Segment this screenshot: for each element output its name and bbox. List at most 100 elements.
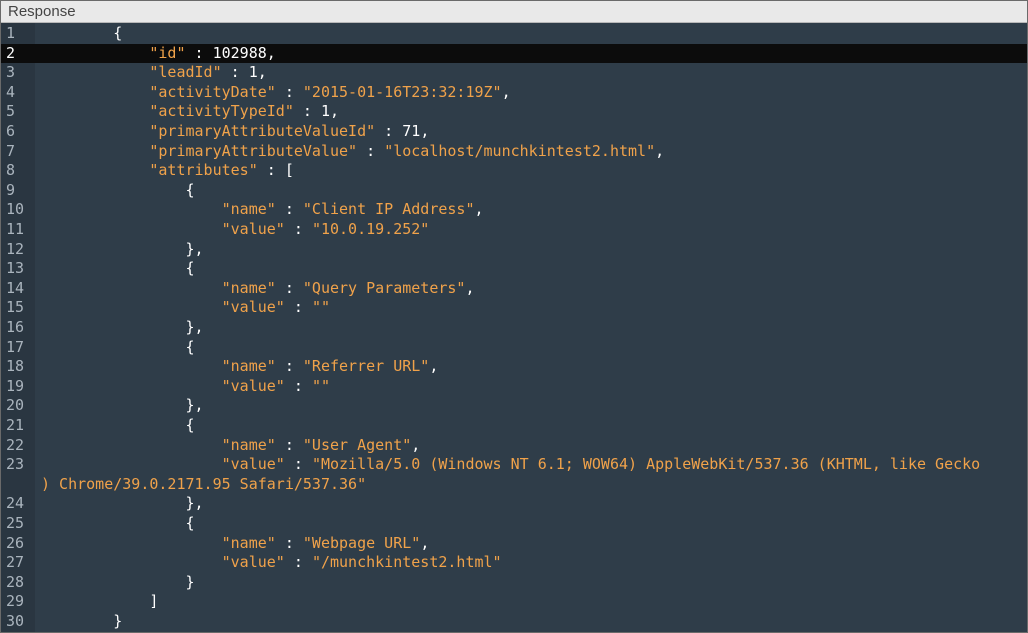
- code-text: },: [41, 396, 204, 416]
- code-line[interactable]: 3 "leadId" : 1,: [1, 63, 1027, 83]
- code-line[interactable]: 18 "name" : "Referrer URL",: [1, 357, 1027, 377]
- code-line[interactable]: 10 "name" : "Client IP Address",: [1, 200, 1027, 220]
- json-key: "name": [221, 435, 276, 454]
- json-key: "name": [221, 200, 276, 219]
- code-text: },: [41, 494, 204, 514]
- code-text: }: [41, 573, 195, 593]
- line-number: 6: [6, 122, 16, 140]
- json-punctuation: :: [284, 220, 312, 238]
- code-line[interactable]: ) Chrome/39.0.2171.95 Safari/537.36": [1, 475, 1027, 495]
- line-number: 22: [6, 435, 25, 454]
- line-number: 5: [6, 102, 16, 121]
- code-line[interactable]: 21 {: [1, 416, 1027, 436]
- code-line[interactable]: 7 "primaryAttributeValue" : "localhost/m…: [1, 142, 1027, 162]
- code-line[interactable]: 13 {: [1, 259, 1027, 279]
- json-punctuation: ]: [149, 592, 159, 611]
- json-punctuation: :: [275, 200, 303, 219]
- json-punctuation: :: [284, 553, 312, 572]
- code-line[interactable]: 1 {: [1, 24, 1027, 44]
- code-line[interactable]: 14 "name" : "Query Parameters",: [1, 279, 1027, 299]
- code-line[interactable]: 6 "primaryAttributeValueId" : 71,: [1, 122, 1027, 142]
- code-line[interactable]: 9 {: [1, 181, 1027, 201]
- code-text: "value" : "Mozilla/5.0 (Windows NT 6.1; …: [41, 455, 981, 475]
- code-line[interactable]: 29 ]: [1, 592, 1027, 612]
- json-key: "primaryAttributeValueId": [149, 122, 376, 140]
- code-line[interactable]: 28 }: [1, 573, 1027, 593]
- json-punctuation: :: [275, 357, 303, 376]
- panel-title: Response: [8, 3, 76, 20]
- code-line[interactable]: 12 },: [1, 240, 1027, 260]
- json-string: "/munchkintest2.html": [311, 553, 502, 572]
- line-number: 10: [6, 200, 25, 219]
- json-key: "value": [221, 376, 285, 395]
- panel-header: Response: [1, 1, 1027, 23]
- line-number: 15: [6, 298, 25, 317]
- code-text: {: [41, 24, 122, 44]
- code-line[interactable]: 25 {: [1, 514, 1027, 534]
- line-number: 8: [6, 161, 16, 180]
- code-line[interactable]: 11 "value" : "10.0.19.252": [1, 220, 1027, 240]
- line-number: 27: [6, 553, 25, 572]
- code-line[interactable]: 26 "name" : "Webpage URL",: [1, 534, 1027, 554]
- json-punctuation: },: [185, 318, 204, 336]
- code-line[interactable]: 23 "value" : "Mozilla/5.0 (Windows NT 6.…: [1, 455, 1027, 475]
- code-line[interactable]: 4 "activityDate" : "2015-01-16T23:32:19Z…: [1, 83, 1027, 103]
- code-line[interactable]: 19 "value" : "": [1, 377, 1027, 397]
- json-punctuation: :: [275, 533, 303, 552]
- line-number: 14: [6, 278, 25, 297]
- code-text: "leadId" : 1,: [41, 63, 267, 83]
- json-punctuation: :: [375, 122, 403, 140]
- code-line[interactable]: 27 "value" : "/munchkintest2.html": [1, 553, 1027, 573]
- json-string: "Mozilla/5.0 (Windows NT 6.1; WOW64) App…: [311, 455, 981, 474]
- json-punctuation: {: [185, 180, 195, 199]
- code-text: "primaryAttributeValueId" : 71,: [41, 122, 429, 142]
- line-number: 4: [6, 82, 16, 101]
- code-text: "name" : "Client IP Address",: [41, 200, 484, 220]
- line-number: 17: [6, 337, 25, 356]
- code-line[interactable]: 20 },: [1, 396, 1027, 416]
- code-text: },: [41, 240, 204, 260]
- json-key: "name": [221, 357, 276, 376]
- line-number: 21: [6, 416, 25, 434]
- code-line[interactable]: 17 {: [1, 338, 1027, 358]
- code-text: "activityTypeId" : 1,: [41, 102, 339, 122]
- code-line[interactable]: 2 "id" : 102988,: [1, 43, 1027, 64]
- code-line[interactable]: 16 },: [1, 318, 1027, 338]
- json-key: "activityDate": [149, 82, 276, 101]
- code-line[interactable]: 5 "activityTypeId" : 1,: [1, 102, 1027, 122]
- code-line[interactable]: 22 "name" : "User Agent",: [1, 436, 1027, 456]
- line-number: 18: [6, 357, 25, 376]
- json-key: "name": [221, 278, 276, 297]
- code-line[interactable]: 15 "value" : "": [1, 298, 1027, 318]
- json-string: "Query Parameters": [302, 278, 466, 297]
- json-punctuation: ,: [465, 278, 475, 297]
- code-text: "value" : "": [41, 298, 330, 318]
- json-punctuation: ,: [501, 82, 511, 101]
- line-number: 19: [6, 376, 25, 395]
- json-string: "Webpage URL": [302, 533, 421, 552]
- code-line[interactable]: 8 "attributes" : [: [1, 161, 1027, 181]
- json-key: "id": [149, 43, 186, 62]
- json-punctuation: ,: [257, 63, 267, 82]
- code-editor[interactable]: 1 {2 "id" : 102988, 3 "leadId" : 1, 4 "act…: [1, 23, 1027, 632]
- json-punctuation: ,: [330, 102, 340, 121]
- code-text: {: [41, 514, 195, 534]
- line-number: 16: [6, 318, 25, 336]
- line-number: 11: [6, 220, 25, 238]
- code-text: "value" : "10.0.19.252": [41, 220, 430, 240]
- json-punctuation: :: [284, 376, 312, 395]
- code-line[interactable]: 24 },: [1, 494, 1027, 514]
- code-line[interactable]: 30 }: [1, 612, 1027, 632]
- line-number: 25: [6, 514, 25, 532]
- json-key: "value": [221, 220, 285, 238]
